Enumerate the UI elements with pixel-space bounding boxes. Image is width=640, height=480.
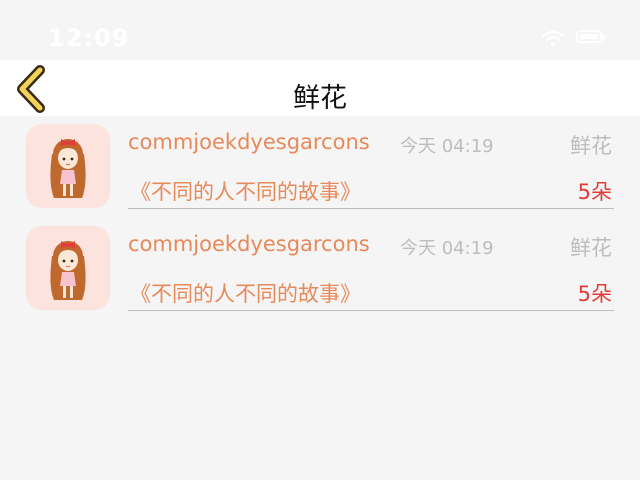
- page-title: 鲜花: [293, 83, 347, 114]
- username[interactable]: commjoekdyesgarcons: [128, 130, 370, 154]
- nav-bar: 鲜花: [0, 60, 640, 116]
- avatar[interactable]: [26, 226, 110, 310]
- story-title[interactable]: 《不同的人不同的故事》: [130, 278, 361, 308]
- story-title[interactable]: 《不同的人不同的故事》: [130, 176, 361, 206]
- girl-avatar-icon: [50, 139, 86, 198]
- list-item[interactable]: commjoekdyesgarcons 今天 04:19 鲜花 《不同的人不同的…: [0, 116, 640, 218]
- wifi-icon: [542, 30, 564, 46]
- avatar[interactable]: [26, 124, 110, 208]
- gift-record-list: commjoekdyesgarcons 今天 04:19 鲜花 《不同的人不同的…: [0, 116, 640, 320]
- status-time: 12:09: [48, 24, 130, 52]
- battery-icon: [576, 30, 605, 43]
- list-item[interactable]: commjoekdyesgarcons 今天 04:19 鲜花 《不同的人不同的…: [0, 218, 640, 320]
- record-content: commjoekdyesgarcons 今天 04:19 鲜花 《不同的人不同的…: [128, 218, 614, 311]
- gift-type: 鲜花: [570, 134, 612, 158]
- timestamp: 今天 04:19: [400, 136, 494, 157]
- gift-count: 5朵: [577, 282, 612, 306]
- girl-avatar-icon: [50, 241, 86, 300]
- record-content: commjoekdyesgarcons 今天 04:19 鲜花 《不同的人不同的…: [128, 116, 614, 209]
- status-bar: 12:09: [0, 0, 640, 60]
- timestamp: 今天 04:19: [400, 238, 494, 259]
- username[interactable]: commjoekdyesgarcons: [128, 232, 370, 256]
- gift-count: 5朵: [577, 180, 612, 204]
- gift-type: 鲜花: [570, 236, 612, 260]
